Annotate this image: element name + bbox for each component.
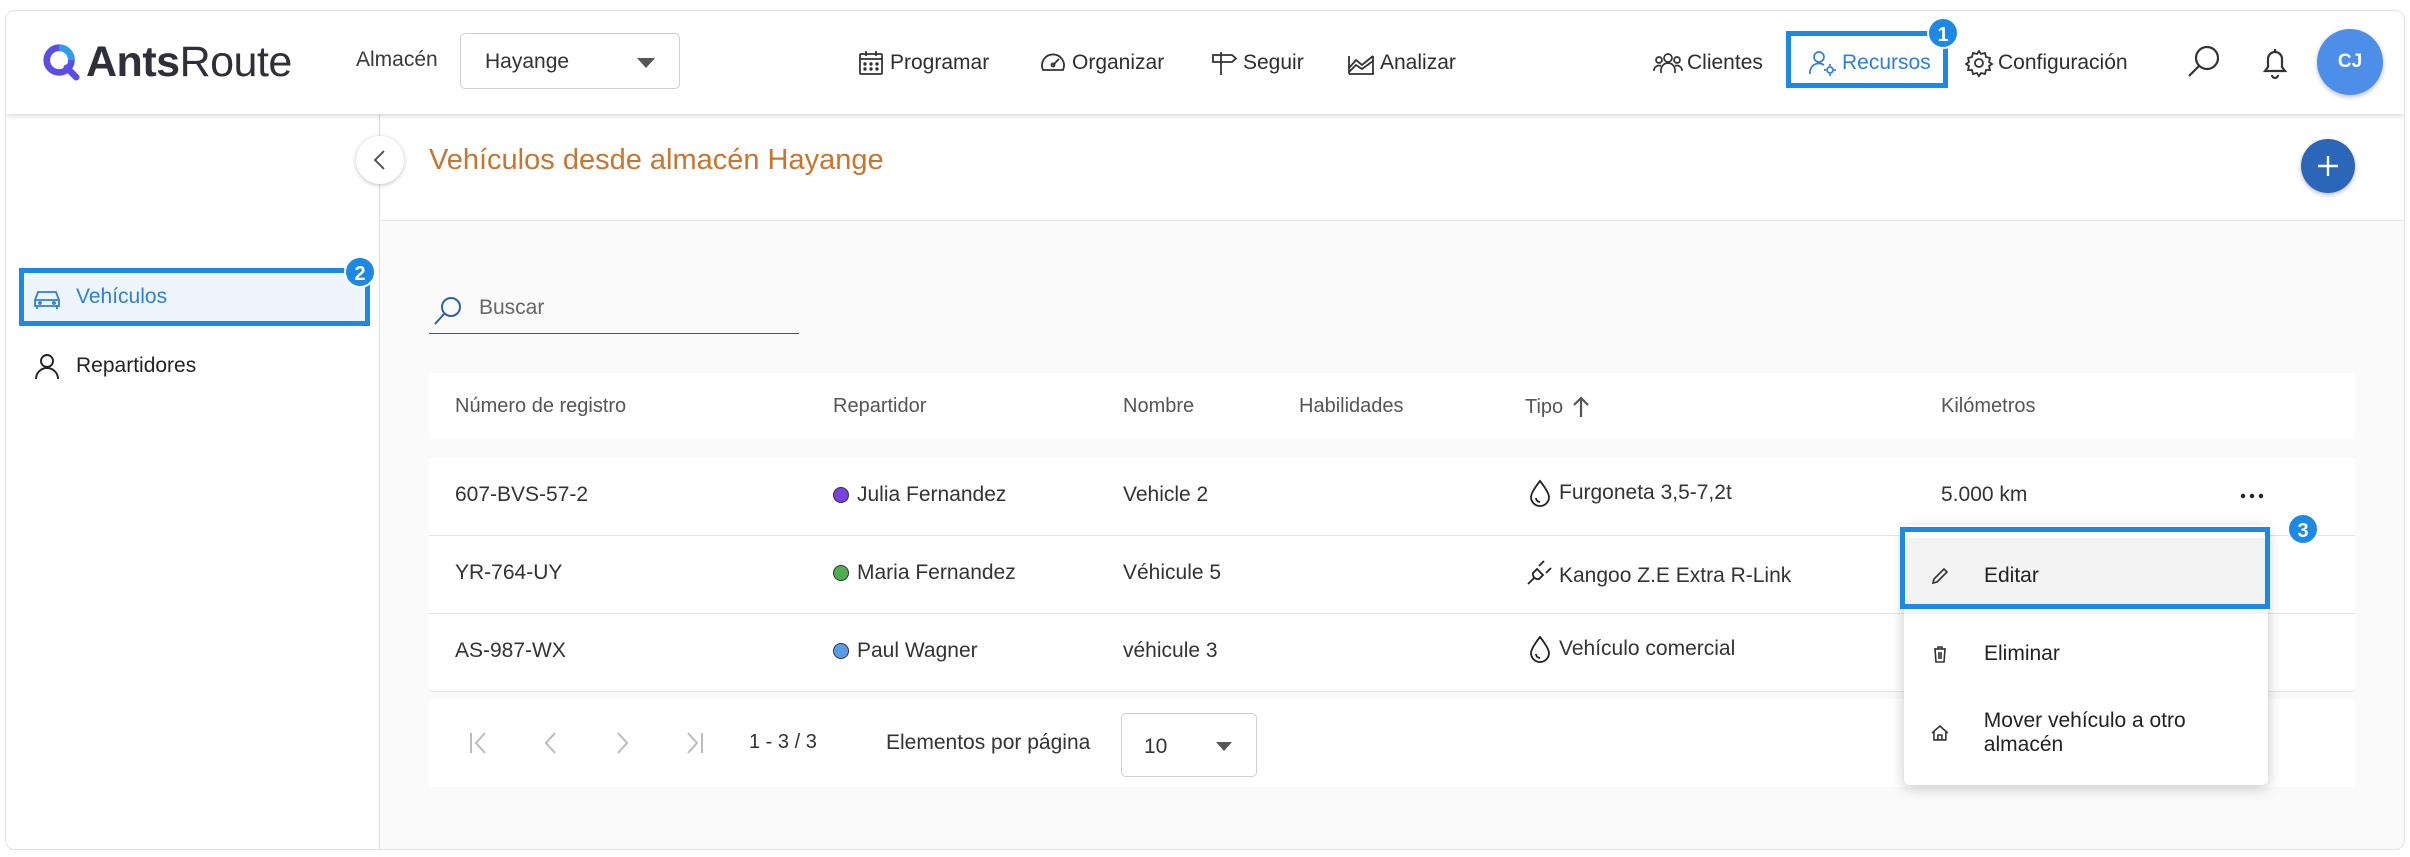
add-vehicle-button[interactable] [2301,139,2355,193]
first-page-icon[interactable] [465,725,495,761]
nav-clientes-label: Clientes [1687,51,1763,74]
signpost-icon [1212,52,1238,75]
bell-icon[interactable] [2255,43,2295,83]
home-icon [1931,725,1949,741]
highlight-editar [1900,527,2270,609]
more-options-icon[interactable] [2237,486,2267,506]
nav-seguir[interactable]: Seguir [1209,49,1304,77]
person-icon [35,354,59,380]
chevron-left-icon [373,150,385,170]
group-icon [1653,53,1683,73]
nav-analizar[interactable]: Analizar [1346,49,1456,77]
per-page-select[interactable]: 10 [1121,713,1257,777]
fuel-drop-icon [1530,479,1550,507]
calendar-icon [859,51,883,75]
chevron-down-icon [637,58,655,68]
sidebar: Vehículos Repartidores 2 [6,114,380,849]
step-badge-3: 3 [2287,513,2319,545]
warehouse-label: Almacén [356,48,438,71]
step-badge-2: 2 [344,256,376,288]
nav-organizar-label: Organizar [1072,51,1165,74]
cell-type-label: Vehículo comercial [1559,637,1736,660]
nav-programar-label: Programar [890,51,990,74]
highlight-vehiculos [19,268,370,326]
speedometer-icon [1041,53,1065,71]
highlight-recursos [1786,31,1948,88]
electric-plug-icon [1527,560,1552,585]
gear-icon [1964,49,1994,78]
column-header-repartidor[interactable]: Repartidor [833,395,926,418]
nav-configuracion-label: Configuración [1998,51,2128,74]
column-header-nombre[interactable]: Nombre [1123,395,1194,418]
fuel-drop-icon [1530,635,1550,663]
warehouse-value: Hayange [485,50,570,73]
menu-item-eliminar[interactable]: Eliminar [1904,616,2268,692]
chart-icon [1348,55,1374,75]
cell-driver-name: Paul Wagner [857,639,978,662]
nav-organizar[interactable]: Organizar [1038,49,1164,77]
page-header: Vehículos desde almacén Hayange [381,114,2404,221]
cell-driver: Julia Fernandez [833,483,1006,507]
cell-km: 5.000 km [1941,483,2028,506]
nav-analizar-label: Analizar [1380,51,1456,74]
app-window: AntsRoute Almacén Hayange Programar Orga… [5,10,2405,850]
cell-name: Véhicule 5 [1123,561,1222,584]
menu-item-label: Eliminar [1984,642,2060,665]
column-header-tipo-label: Tipo [1525,395,1564,418]
user-avatar[interactable]: CJ [2317,29,2383,95]
driver-color-dot [833,487,849,503]
pagination-range: 1 - 3 / 3 [749,731,817,753]
app-name: AntsRoute [86,37,292,86]
cell-registration: 607-BVS-57-2 [455,483,589,506]
chevron-down-icon [1216,742,1232,751]
cell-type: Vehículo comercial [1525,634,1735,664]
next-page-icon[interactable] [607,725,637,761]
warehouse-select[interactable]: Hayange [460,33,680,89]
sidebar-item-repartidores[interactable]: Repartidores [32,343,196,389]
app-logo[interactable]: AntsRoute [42,37,292,86]
cell-driver-name: Maria Fernandez [857,561,1016,584]
menu-item-mover[interactable]: Mover vehículo a otro almacén [1904,695,2268,771]
table-header: Número de registro Repartidor Nombre Hab… [429,373,2355,439]
search-icon[interactable] [2184,42,2224,82]
sidebar-item-label: Repartidores [76,354,197,377]
search-input[interactable] [479,296,779,320]
column-header-habilidades[interactable]: Habilidades [1299,395,1404,418]
last-page-icon[interactable] [678,725,708,761]
trash-icon [1934,646,1946,663]
cell-name: véhicule 3 [1123,639,1218,662]
cell-type: Furgoneta 3,5-7,2t [1525,478,1732,508]
nav-configuracion[interactable]: Configuración [1964,49,2128,78]
driver-color-dot [833,565,849,581]
nav-seguir-label: Seguir [1243,51,1304,74]
step-badge-1: 1 [1927,17,1959,49]
cell-type-label: Kangoo Z.E Extra R-Link [1559,564,1792,587]
per-page-label: Elementos por página [886,731,1091,754]
cell-type: Kangoo Z.E Extra R-Link [1525,556,1791,588]
page-title: Vehículos desde almacén Hayange [429,144,884,176]
cell-driver-name: Julia Fernandez [857,483,1007,506]
top-navbar: AntsRoute Almacén Hayange Programar Orga… [6,11,2404,114]
collapse-sidebar-button[interactable] [356,136,404,184]
cell-driver: Maria Fernandez [833,561,1016,585]
search-icon [434,297,461,325]
column-header-tipo[interactable]: Tipo [1525,395,1591,419]
previous-page-icon[interactable] [536,725,566,761]
nav-clientes[interactable]: Clientes [1653,49,1763,77]
cell-registration: AS-987-WX [455,639,566,662]
plus-icon [2318,156,2338,176]
nav-programar[interactable]: Programar [856,49,989,77]
per-page-value: 10 [1144,735,1168,758]
cell-registration: YR-764-UY [455,561,563,584]
menu-item-label: Mover vehículo a otro almacén [1983,709,2186,756]
cell-type-label: Furgoneta 3,5-7,2t [1559,481,1732,504]
cell-name: Vehicle 2 [1123,483,1209,506]
cell-driver: Paul Wagner [833,639,978,663]
column-header-registro[interactable]: Número de registro [455,395,626,418]
search-field[interactable] [429,286,799,334]
driver-color-dot [833,643,849,659]
ants-logo-icon [43,44,80,81]
column-header-kilometros[interactable]: Kilómetros [1941,395,2035,418]
sort-ascending-icon [1573,396,1589,417]
